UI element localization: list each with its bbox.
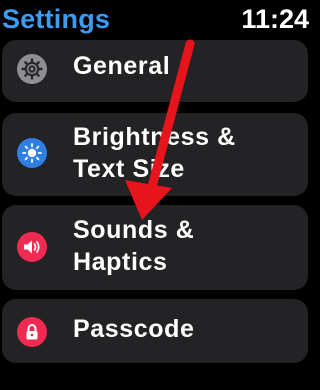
menu-item-label: Passcode — [73, 313, 195, 345]
menu-item-brightness-text-size[interactable]: Brightness & Text Size — [2, 113, 308, 196]
page-title: Settings — [2, 4, 111, 34]
menu-item-label-line1: Passcode — [73, 315, 195, 343]
menu-item-passcode[interactable]: Passcode — [2, 299, 308, 363]
sun-icon — [17, 138, 47, 168]
lock-icon — [17, 317, 47, 347]
menu-item-label: Brightness & Text Size — [73, 121, 236, 185]
clock-time: 11:24 — [241, 4, 309, 34]
menu-item-label: General — [73, 50, 170, 82]
menu-item-general[interactable]: General — [2, 40, 308, 102]
menu-item-label-line1: General — [73, 52, 171, 80]
speaker-icon — [17, 232, 47, 262]
gear-icon — [17, 54, 47, 84]
menu-item-label-line2: Text Size — [73, 155, 185, 183]
menu-item-label: Sounds & Haptics — [73, 214, 194, 278]
menu-item-sounds-haptics[interactable]: Sounds & Haptics — [2, 205, 308, 290]
menu-item-label-line1: Brightness & — [73, 123, 236, 151]
menu-item-label-line1: Sounds & — [73, 216, 195, 244]
menu-item-label-line2: Haptics — [73, 248, 168, 276]
